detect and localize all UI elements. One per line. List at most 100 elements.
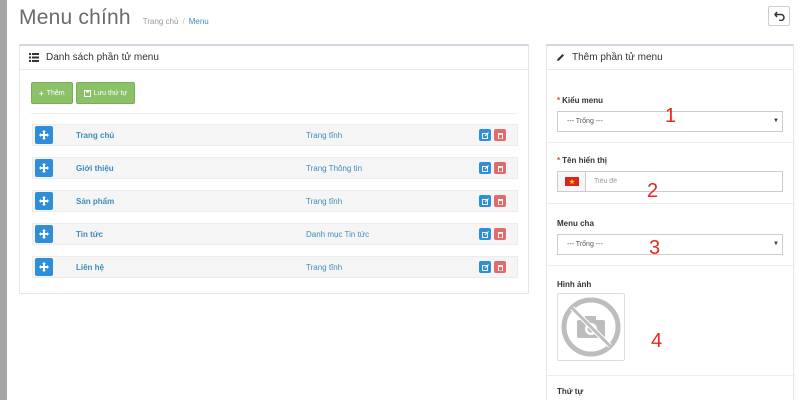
page-title: Menu chính — [19, 6, 131, 29]
drag-handle[interactable] — [35, 126, 53, 144]
edit-icon — [481, 230, 489, 238]
parent-menu-value: --- Trống --- — [567, 241, 603, 248]
edit-icon — [481, 197, 489, 205]
add-menu-item-panel: Thêm phần tử menu * Kiểu menu --- Trống -… — [546, 44, 795, 400]
move-arrows-icon — [39, 262, 49, 272]
breadcrumb-separator: / — [182, 17, 185, 26]
menu-list-header: Danh sách phần tử menu — [20, 46, 528, 70]
menu-type-label: * Kiểu menu — [557, 96, 604, 105]
field-divider — [547, 375, 795, 376]
menu-row-name[interactable]: Liên hệ — [76, 263, 104, 272]
add-button-label: Thêm — [46, 89, 65, 97]
field-divider — [547, 203, 795, 204]
menu-row: Tin tức Danh mục Tin tức — [32, 223, 518, 245]
breadcrumb-home[interactable]: Trang chủ — [143, 17, 179, 26]
delete-button[interactable] — [494, 261, 506, 273]
language-flag-addon[interactable] — [557, 171, 585, 192]
annotation-number: 1 — [665, 105, 677, 127]
add-menu-item-title: Thêm phần tử menu — [572, 52, 663, 63]
save-order-button[interactable]: Lưu thứ tự — [75, 82, 136, 104]
delete-button[interactable] — [494, 195, 506, 207]
display-name-input[interactable] — [585, 171, 783, 192]
image-picker[interactable] — [557, 293, 625, 361]
menu-row-name[interactable]: Giới thiệu — [76, 164, 114, 173]
field-divider — [547, 265, 795, 266]
required-mark: * — [557, 96, 561, 105]
edit-button[interactable] — [479, 162, 491, 174]
menu-row: Sản phẩm Trang tĩnh — [32, 190, 518, 212]
annotation-number: 2 — [647, 180, 659, 202]
row-actions — [479, 162, 506, 174]
order-field: Thứ tự — [557, 387, 783, 396]
edit-icon — [481, 131, 489, 139]
move-arrows-icon — [39, 229, 49, 239]
vietnam-flag-icon — [564, 177, 579, 186]
delete-button[interactable] — [494, 162, 506, 174]
delete-button[interactable] — [494, 129, 506, 141]
row-actions — [479, 195, 506, 207]
drag-handle[interactable] — [35, 192, 53, 210]
menu-row-type[interactable]: Trang tĩnh — [306, 197, 342, 206]
no-camera-icon — [561, 297, 621, 357]
menu-type-value: --- Trống --- — [567, 118, 603, 125]
menu-row-name[interactable]: Tin tức — [76, 230, 103, 239]
drag-handle[interactable] — [35, 159, 53, 177]
page-header: Menu chính Trang chủ / Menu — [19, 6, 209, 32]
menu-row-name[interactable]: Trang chủ — [76, 131, 114, 140]
parent-menu-select[interactable]: --- Trống --- ▼ — [557, 234, 783, 255]
drag-handle[interactable] — [35, 225, 53, 243]
plus-icon: + — [39, 88, 44, 98]
display-name-field: * Tên hiển thị — [557, 156, 783, 192]
drag-handle[interactable] — [35, 258, 53, 276]
menu-row: Trang chủ Trang tĩnh — [32, 124, 518, 146]
left-rail — [0, 0, 7, 400]
menu-list-title: Danh sách phần tử menu — [46, 52, 159, 63]
image-field: Hình ảnh — [557, 280, 783, 361]
parent-menu-field: Menu cha --- Trống --- ▼ — [557, 219, 783, 255]
menu-row-name[interactable]: Sản phẩm — [76, 197, 114, 206]
annotation-number: 3 — [649, 237, 661, 259]
display-name-input-group — [557, 171, 783, 192]
add-menu-item-header: Thêm phần tử menu — [547, 46, 793, 70]
edit-button[interactable] — [479, 228, 491, 240]
menu-row: Liên hệ Trang tĩnh — [32, 256, 518, 278]
menu-row-type[interactable]: Trang tĩnh — [306, 131, 342, 140]
edit-button[interactable] — [479, 261, 491, 273]
move-arrows-icon — [39, 130, 49, 140]
add-button[interactable]: + Thêm — [31, 82, 73, 104]
trash-icon — [497, 198, 503, 205]
move-arrows-icon — [39, 196, 49, 206]
caret-down-icon: ▼ — [773, 241, 779, 247]
trash-icon — [497, 264, 503, 271]
annotation-number: 4 — [651, 330, 663, 352]
edit-button[interactable] — [479, 195, 491, 207]
menu-row-type[interactable]: Trang tĩnh — [306, 263, 342, 272]
breadcrumb-current[interactable]: Menu — [189, 17, 209, 26]
edit-icon — [481, 263, 489, 271]
row-actions — [479, 129, 506, 141]
breadcrumb: Trang chủ / Menu — [143, 17, 209, 26]
menu-rows: Trang chủ Trang tĩnh Giới thiệu Trang Th… — [32, 124, 518, 289]
delete-button[interactable] — [494, 228, 506, 240]
trash-icon — [497, 231, 503, 238]
row-actions — [479, 228, 506, 240]
row-actions — [479, 261, 506, 273]
required-mark: * — [557, 156, 561, 165]
order-label: Thứ tự — [557, 387, 584, 396]
menu-list-panel: Danh sách phần tử menu + Thêm Lưu thứ tự… — [19, 44, 529, 294]
menu-row: Giới thiệu Trang Thông tin — [32, 157, 518, 179]
display-name-label: * Tên hiển thị — [557, 156, 608, 165]
list-icon — [29, 53, 39, 62]
caret-down-icon: ▼ — [773, 118, 779, 124]
trash-icon — [497, 132, 503, 139]
back-button[interactable] — [768, 6, 790, 26]
image-label: Hình ảnh — [557, 280, 592, 289]
list-toolbar: + Thêm Lưu thứ tự — [31, 82, 136, 104]
undo-arrow-icon — [773, 11, 785, 21]
floppy-disk-icon — [83, 89, 91, 97]
parent-menu-label: Menu cha — [557, 219, 594, 228]
menu-row-type[interactable]: Danh mục Tin tức — [306, 230, 369, 239]
menu-row-type[interactable]: Trang Thông tin — [306, 164, 362, 173]
pencil-icon — [557, 54, 564, 61]
edit-button[interactable] — [479, 129, 491, 141]
